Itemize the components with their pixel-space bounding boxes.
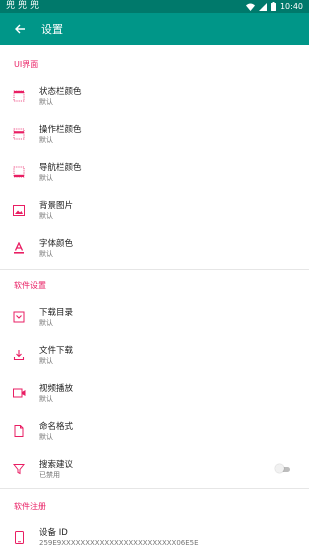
item-summary: 默认 (39, 394, 53, 403)
font-color-item[interactable]: 字体颜色 默认 (0, 229, 309, 267)
section-header-ui: UI界面 (14, 59, 39, 69)
action-bar-icon (0, 128, 39, 140)
status-bar-icon (0, 90, 39, 102)
item-summary: 259E9XXXXXXXXXXXXXXXXXXXXXXXX06E5E (39, 538, 199, 547)
notification-icon: 兜 (6, 1, 16, 11)
naming-format-item[interactable]: 命名格式 默认 (0, 412, 309, 450)
signal-icon (258, 2, 267, 11)
wifi-icon (245, 3, 255, 11)
item-title: 搜索建议 (39, 459, 74, 470)
item-title: 视频播放 (39, 383, 74, 394)
file-icon (0, 425, 39, 437)
item-title: 文件下载 (39, 345, 74, 356)
background-image-item[interactable]: 背景图片 默认 (0, 191, 309, 229)
item-title: 下载目录 (39, 307, 74, 318)
battery-icon (270, 2, 276, 11)
item-summary: 默认 (39, 356, 53, 365)
phone-icon (0, 530, 39, 544)
image-icon (0, 204, 39, 216)
item-summary: 默认 (39, 97, 53, 106)
nav-bar-color-item[interactable]: 导航栏颜色 默认 (0, 153, 309, 191)
item-summary: 默认 (39, 135, 53, 144)
font-color-icon (0, 242, 39, 254)
item-title: 背景图片 (39, 200, 74, 211)
item-summary: 默认 (39, 173, 53, 182)
item-summary: 默认 (39, 249, 53, 258)
filter-icon (0, 463, 39, 475)
item-summary: 默认 (39, 211, 53, 220)
item-title: 命名格式 (39, 421, 74, 432)
back-button[interactable] (0, 13, 40, 45)
notification-icon: 兜 (30, 1, 40, 11)
switch-thumb (275, 464, 284, 473)
clock: 10:40 (279, 2, 303, 11)
item-title: 导航栏颜色 (39, 162, 82, 173)
video-playback-item[interactable]: 视频播放 默认 (0, 374, 309, 412)
device-id-item[interactable]: 设备 ID 259E9XXXXXXXXXXXXXXXXXXXXXXXX06E5E (0, 519, 309, 555)
status-indicators: 10:40 (245, 2, 303, 11)
download-directory-item[interactable]: 下载目录 默认 (0, 298, 309, 336)
item-summary: 默认 (39, 432, 53, 441)
search-suggestions-item[interactable]: 搜索建议 已禁用 (0, 450, 309, 488)
item-summary: 默认 (39, 318, 53, 327)
notification-icon: 兜 (18, 1, 28, 11)
item-title: 操作栏颜色 (39, 124, 82, 135)
item-summary: 已禁用 (39, 470, 60, 479)
notification-icons: 兜 兜 兜 (6, 0, 39, 13)
nav-bar-icon (0, 166, 39, 178)
video-icon (0, 388, 39, 398)
item-title: 状态栏颜色 (39, 86, 82, 97)
divider (0, 269, 309, 270)
section-header-software-registration: 软件注册 (14, 501, 46, 511)
section-header-software-settings: 软件设置 (14, 280, 46, 290)
folder-download-icon (0, 311, 39, 323)
status-bar: 兜 兜 兜 10:40 (0, 0, 309, 13)
item-title: 设备 ID (39, 527, 68, 538)
arrow-back-icon (15, 24, 25, 34)
toolbar: 设置 (0, 13, 309, 45)
status-bar-color-item[interactable]: 状态栏颜色 默认 (0, 77, 309, 115)
download-icon (0, 349, 39, 361)
page-title: 设置 (41, 23, 63, 36)
divider (0, 488, 309, 489)
file-download-item[interactable]: 文件下载 默认 (0, 336, 309, 374)
item-title: 字体颜色 (39, 238, 74, 249)
search-suggestions-switch[interactable] (275, 464, 291, 474)
action-bar-color-item[interactable]: 操作栏颜色 默认 (0, 115, 309, 153)
